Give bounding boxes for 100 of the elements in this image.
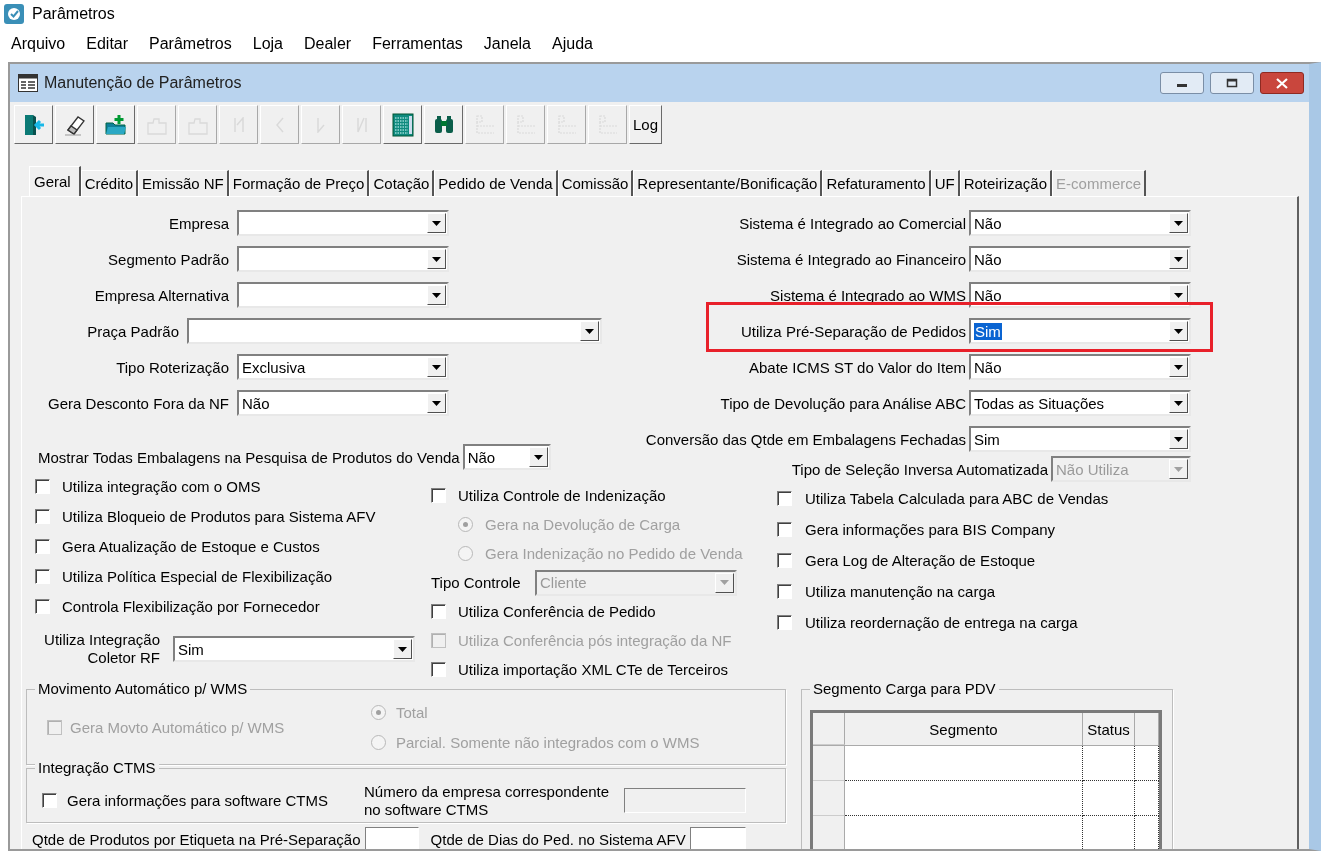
toolbar-button[interactable]	[424, 105, 463, 144]
tab[interactable]: Geral	[29, 166, 81, 196]
log-button[interactable]: Log	[629, 105, 662, 144]
checkbox[interactable]	[35, 508, 50, 524]
text-field[interactable]	[689, 826, 746, 849]
checkbox[interactable]	[35, 598, 50, 614]
dropdown[interactable]: Não	[969, 246, 1191, 272]
dropdown[interactable]: Não	[969, 354, 1191, 380]
field-label: Praça Padrão	[86, 322, 179, 340]
tab[interactable]: Emissão NF	[138, 170, 229, 196]
tab[interactable]: UF	[930, 170, 960, 196]
dropdown[interactable]	[237, 282, 449, 308]
menu-item[interactable]: Ferramentas	[372, 35, 463, 53]
tab[interactable]: Formação de Preço	[228, 170, 370, 196]
dropdown[interactable]	[187, 318, 602, 344]
field-label: Sistema é Integrado ao WMS	[769, 286, 966, 304]
caret-icon	[432, 256, 441, 262]
caret-icon	[432, 220, 441, 226]
field-label: Mostrar Todas Embalagens na Pesquisa de Produtos do Venda	[38, 448, 460, 466]
checkbox-label: Utiliza reordernação de entrega na carga	[805, 614, 1078, 631]
caret-icon	[1174, 364, 1183, 370]
minimize-button[interactable]	[1160, 72, 1204, 94]
caret-icon	[720, 580, 729, 585]
caret-icon	[432, 364, 441, 370]
checkbox-label: Gera Atualização de Estoque e Custos	[62, 537, 320, 555]
table-cell	[1083, 781, 1135, 816]
dropdown[interactable]: Sim	[173, 636, 415, 662]
field-label: Empresa Alternativa	[93, 286, 229, 304]
text-field[interactable]	[364, 826, 419, 849]
column-header[interactable]: Status	[1083, 713, 1135, 745]
toolbar-button[interactable]	[55, 105, 94, 144]
checkbox[interactable]	[35, 478, 50, 494]
table-cell	[1135, 781, 1159, 816]
dropdown[interactable]: Sim	[969, 318, 1191, 344]
dropdown[interactable]	[237, 246, 449, 272]
close-icon	[1276, 77, 1288, 89]
checkbox[interactable]	[42, 793, 57, 808]
checkbox[interactable]	[777, 553, 792, 568]
caret-icon	[1174, 220, 1183, 226]
toolbar-button[interactable]	[96, 105, 135, 144]
menu-item[interactable]: Editar	[86, 35, 129, 53]
row-header	[813, 781, 845, 816]
field-label: Conversão das Qtde em Embalagens Fechadas	[644, 430, 966, 448]
tab[interactable]: Representante/Bonificação	[633, 170, 823, 196]
dropdown[interactable]: Todas as Situações	[969, 390, 1191, 416]
checkbox[interactable]	[777, 491, 792, 506]
dropdown[interactable]: Não	[969, 210, 1191, 236]
checkbox-label: Utiliza Política Especial de Flexibilização	[62, 567, 333, 585]
menu-item[interactable]: Janela	[483, 35, 531, 53]
radio-label: Gera Indenização no Pedido de Venda	[485, 545, 743, 562]
app-title: Parâmetros	[32, 5, 115, 23]
table-cell	[1083, 746, 1135, 781]
folder-plus-icon	[103, 112, 128, 137]
checkbox-label: Utiliza Controle de Indenização	[458, 487, 666, 504]
caret-icon	[1174, 256, 1183, 262]
caret-icon	[585, 328, 594, 334]
checkbox-label: Controla Flexibilização por Fornecedor	[62, 597, 320, 615]
column-header[interactable]: Segmento	[845, 713, 1083, 745]
field-label: Qtde de Dias do Ped. no Sistema AFV	[430, 830, 686, 848]
checkbox[interactable]	[35, 538, 50, 554]
close-button[interactable]	[1260, 72, 1304, 94]
checkbox[interactable]	[431, 604, 446, 619]
checkbox[interactable]	[35, 568, 50, 584]
radio-label: Gera na Devolução de Carga	[485, 516, 681, 533]
tab[interactable]: Crédito	[80, 170, 139, 196]
dropdown[interactable]: Sim	[969, 426, 1191, 452]
menu-item[interactable]: Dealer	[304, 35, 352, 53]
checkbox[interactable]	[777, 615, 792, 630]
tab[interactable]: Roteirização	[959, 170, 1053, 196]
field-label: Sistema é Integrado ao Comercial	[738, 214, 966, 232]
dropdown[interactable]: Exclusiva	[237, 354, 449, 380]
checkbox[interactable]	[431, 488, 446, 503]
dropdown[interactable]: Não	[237, 390, 449, 416]
menu-item[interactable]: Arquivo	[11, 35, 66, 53]
checkbox-label: Utiliza Bloqueio de Produtos para Sistema AFV	[62, 507, 376, 525]
checkbox-label: Utiliza Conferência pós integração da NF	[458, 632, 732, 649]
dropdown[interactable]: Não	[462, 444, 551, 470]
field-label: Utiliza Integração Coletor RF	[43, 631, 160, 667]
checkbox[interactable]	[777, 584, 792, 599]
spreadsheet-icon	[390, 112, 415, 137]
checkbox[interactable]	[431, 662, 446, 677]
caret-icon	[1174, 466, 1183, 472]
restore-button[interactable]	[1210, 72, 1254, 94]
menu-item[interactable]: Ajuda	[552, 35, 593, 53]
toolbar-button[interactable]	[383, 105, 422, 144]
tab[interactable]: Pedido de Venda	[434, 170, 558, 196]
caret-icon	[1174, 400, 1183, 406]
tab[interactable]: Comissão	[557, 170, 634, 196]
menu-item[interactable]: Loja	[252, 35, 283, 53]
tab[interactable]: Refaturamento	[822, 170, 931, 196]
dropdown[interactable]	[237, 210, 449, 236]
menu-item[interactable]: Parâmetros	[149, 35, 232, 53]
radio-label: Total	[396, 703, 428, 721]
toolbar-button[interactable]	[14, 105, 53, 144]
group-title: Integração CTMS	[35, 759, 159, 777]
checkbox[interactable]	[777, 522, 792, 537]
field-label: Tipo de Seleção Inversa Automatizada	[790, 460, 1048, 478]
caret-icon	[432, 400, 441, 406]
tab[interactable]: Cotação	[369, 170, 435, 196]
checkbox-label: Utiliza Tabela Calculada para ABC de Vendas	[805, 490, 1109, 507]
